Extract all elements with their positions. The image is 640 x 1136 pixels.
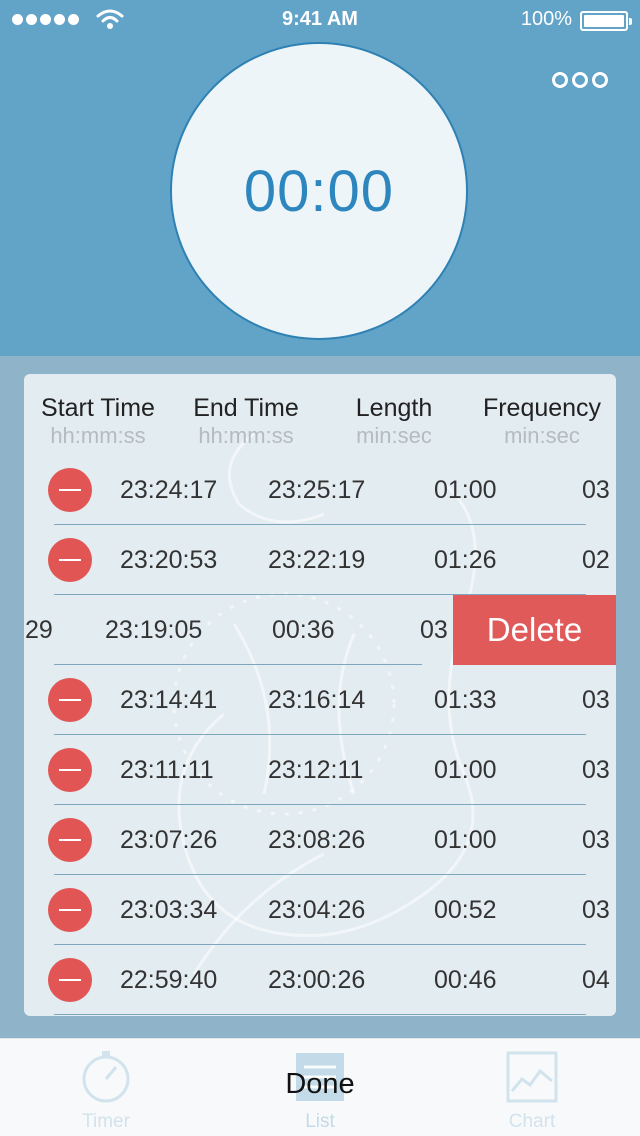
table-row-swiped[interactable]: :29 23:19:05 00:36 03 Delete <box>24 595 616 665</box>
timer-button[interactable]: 00:00 <box>170 42 468 340</box>
column-unit: min:sec <box>356 423 432 448</box>
end-time-cell: 23:25:17 <box>268 476 366 504</box>
frequency-cell: 03 <box>582 896 610 924</box>
end-time-cell: 23:19:05 <box>105 616 203 644</box>
table-row[interactable]: 23:03:34 23:04:26 00:52 03 <box>24 875 616 945</box>
tab-label: List <box>305 1111 335 1132</box>
table-row[interactable]: 23:14:41 23:16:14 01:33 03 <box>24 665 616 735</box>
more-options-button[interactable] <box>552 72 608 88</box>
table-header: Start Time hh:mm:ss End Time hh:mm:ss Le… <box>24 394 616 454</box>
frequency-cell: 02 <box>582 546 610 574</box>
delete-toggle-button[interactable] <box>48 818 92 862</box>
tab-label: Chart <box>508 1111 556 1132</box>
start-time-cell: 23:07:26 <box>120 826 218 854</box>
length-cell: 01:00 <box>434 756 497 784</box>
row-divider <box>54 1014 586 1015</box>
start-time-cell: 23:03:34 <box>120 896 218 924</box>
end-time-cell: 23:04:26 <box>268 896 366 924</box>
column-header-length: Length min:sec <box>338 394 450 449</box>
length-cell: 01:26 <box>434 546 497 574</box>
done-button[interactable]: Done <box>0 1068 640 1101</box>
status-bar: 9:41 AM 100% <box>0 0 640 40</box>
table-row[interactable]: 23:20:53 23:22:19 01:26 02 <box>24 525 616 595</box>
length-cell: 00:36 <box>272 616 335 644</box>
column-unit: hh:mm:ss <box>50 423 146 448</box>
frequency-cell: 03 <box>582 826 610 854</box>
start-time-cell: 23:14:41 <box>120 686 218 714</box>
end-time-cell: 23:12:11 <box>268 756 364 784</box>
battery-percent: 100% <box>520 8 572 30</box>
length-cell: 01:33 <box>434 686 497 714</box>
delete-button[interactable]: Delete <box>453 595 616 665</box>
more-dot-icon <box>592 72 608 88</box>
frequency-cell: 03 <box>420 616 448 644</box>
end-time-cell: 23:22:19 <box>268 546 366 574</box>
end-time-cell: 23:16:14 <box>268 686 366 714</box>
start-time-cell: 23:11:11 <box>120 756 214 784</box>
delete-toggle-button[interactable] <box>48 468 92 512</box>
timer-value: 00:00 <box>243 158 395 224</box>
delete-toggle-button[interactable] <box>48 958 92 1002</box>
start-time-cell: 23:20:53 <box>120 546 218 574</box>
table-row[interactable]: 23:11:11 23:12:11 01:00 03 <box>24 735 616 805</box>
more-dot-icon <box>552 72 568 88</box>
more-dot-icon <box>572 72 588 88</box>
delete-toggle-button[interactable] <box>48 538 92 582</box>
column-title: Frequency <box>482 394 602 422</box>
column-title: Start Time <box>41 394 155 422</box>
contractions-table: Start Time hh:mm:ss End Time hh:mm:ss Le… <box>24 374 616 1016</box>
delete-toggle-button[interactable] <box>48 888 92 932</box>
end-time-cell: 23:08:26 <box>268 826 366 854</box>
table-row[interactable]: 23:24:17 23:25:17 01:00 03 <box>24 455 616 525</box>
start-time-cell: 23:24:17 <box>120 476 218 504</box>
length-cell: 01:00 <box>434 826 497 854</box>
column-header-end: End Time hh:mm:ss <box>180 394 312 449</box>
battery-icon <box>580 11 632 31</box>
length-cell: 01:00 <box>434 476 497 504</box>
frequency-cell: 03 <box>582 686 610 714</box>
table-row[interactable]: 23:07:26 23:08:26 01:00 03 <box>24 805 616 875</box>
length-cell: 00:52 <box>434 896 497 924</box>
start-time-cell: 22:59:40 <box>120 966 218 994</box>
end-time-cell: 23:00:26 <box>268 966 366 994</box>
frequency-cell: 03 <box>582 756 610 784</box>
timer-header: 9:41 AM 100% 00:00 <box>0 0 640 356</box>
frequency-cell: 04 <box>582 966 610 994</box>
delete-toggle-button[interactable] <box>48 748 92 792</box>
column-unit: min:sec <box>504 423 580 448</box>
start-time-cell: :29 <box>24 616 53 644</box>
column-header-frequency: Frequency min:sec <box>472 394 612 449</box>
tab-label: Timer <box>82 1111 130 1132</box>
column-header-start: Start Time hh:mm:ss <box>32 394 164 449</box>
table-row[interactable]: 22:59:40 23:00:26 00:46 04 <box>24 945 616 1015</box>
frequency-cell: 03 <box>582 476 610 504</box>
column-unit: hh:mm:ss <box>198 423 294 448</box>
delete-toggle-button[interactable] <box>48 678 92 722</box>
column-title: End Time <box>193 394 299 422</box>
column-title: Length <box>355 394 433 422</box>
length-cell: 00:46 <box>434 966 497 994</box>
